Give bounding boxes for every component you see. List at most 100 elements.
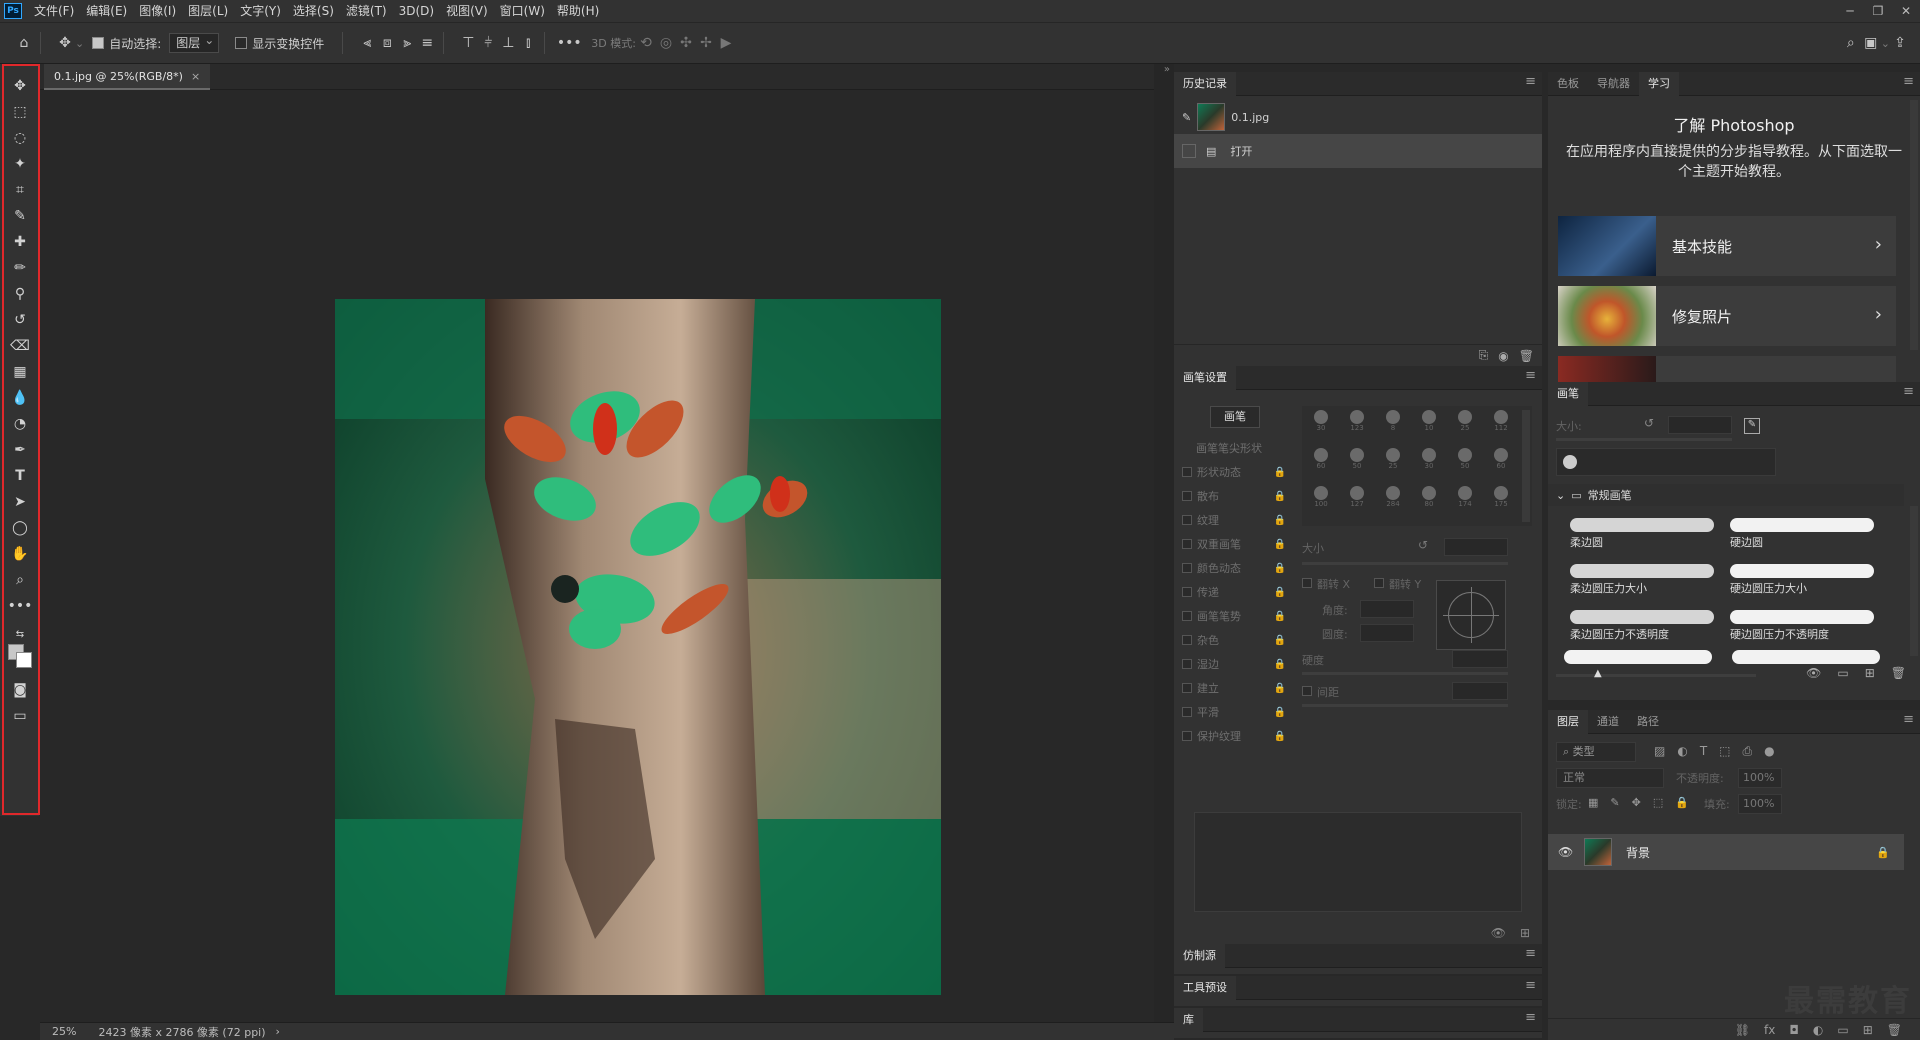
brush-preset-partial[interactable] <box>1564 650 1712 664</box>
tab-libraries[interactable]: 库 <box>1174 1007 1203 1032</box>
menu-help[interactable]: 帮助(H) <box>551 0 605 22</box>
brush-preview-size-slider[interactable] <box>1556 674 1756 677</box>
menu-edit[interactable]: 编辑(E) <box>80 0 133 22</box>
new-layer-icon[interactable]: ⊞ <box>1863 1023 1873 1037</box>
new-document-from-state-icon[interactable]: ⎘ <box>1479 348 1489 363</box>
close-icon[interactable]: ✕ <box>1892 0 1920 22</box>
filter-pixel-icon[interactable]: ▨ <box>1654 744 1665 759</box>
tab-tool-presets[interactable]: 工具预设 <box>1174 975 1236 1000</box>
menu-view[interactable]: 视图(V) <box>440 0 494 22</box>
home-icon[interactable]: ⌂ <box>14 33 34 53</box>
chevron-down-icon[interactable]: ⌄ <box>75 37 84 50</box>
tab-brush-settings[interactable]: 画笔设置 <box>1174 365 1236 390</box>
zoom-level[interactable]: 25% <box>52 1025 76 1038</box>
menu-3d[interactable]: 3D(D) <box>393 0 440 22</box>
filter-smart-object-icon[interactable]: ⎙ <box>1743 744 1753 759</box>
panel-menu-icon[interactable]: ≡ <box>1903 384 1914 399</box>
create-new-brush-icon[interactable]: ⊞ <box>1520 926 1530 940</box>
hardness-slider[interactable] <box>1302 672 1508 675</box>
distribute-vertical-icon[interactable]: ⫾ <box>518 33 538 53</box>
align-bottom-icon[interactable]: ⊥ <box>498 33 518 53</box>
filter-toggle-icon[interactable]: ● <box>1764 744 1774 759</box>
toggle-live-tip-icon[interactable]: 👁 <box>1491 926 1506 940</box>
ps-logo-icon[interactable]: Ps <box>4 3 22 19</box>
document-tab[interactable]: 0.1.jpg @ 25%(RGB/8*) × <box>44 64 211 90</box>
trash-icon[interactable]: 🗑 <box>1887 1023 1902 1037</box>
menu-file[interactable]: 文件(F) <box>28 0 80 22</box>
new-brush-icon[interactable]: ⊞ <box>1865 666 1875 680</box>
spacing-slider[interactable] <box>1302 704 1508 707</box>
auto-select-target-dropdown[interactable]: 图层 <box>169 31 220 53</box>
close-tab-icon[interactable]: × <box>191 70 200 83</box>
adjustment-layer-icon[interactable]: ◐ <box>1813 1023 1823 1037</box>
brush-preset-partial[interactable] <box>1732 650 1880 664</box>
tab-swatches[interactable]: 色板 <box>1548 72 1588 96</box>
flip-y-option[interactable]: 翻转 Y <box>1374 576 1421 592</box>
menu-type[interactable]: 文字(Y) <box>234 0 287 22</box>
filter-type-icon[interactable]: T <box>1700 744 1707 759</box>
reset-size-icon[interactable]: ↺ <box>1644 416 1654 430</box>
history-item[interactable]: ▤ 打开 <box>1174 134 1542 168</box>
learn-card-basic-skills[interactable]: 基本技能 › <box>1558 216 1896 276</box>
brush-option[interactable]: 湿边 🔒 <box>1182 652 1288 676</box>
panel-menu-icon[interactable]: ≡ <box>1525 978 1536 993</box>
move-tool-icon[interactable]: ✥ <box>55 33 75 53</box>
angle-field[interactable] <box>1360 600 1414 618</box>
brush-size-slider[interactable] <box>1556 438 1732 441</box>
brush-option[interactable]: 传递 🔒 <box>1182 580 1288 604</box>
chevron-down-icon[interactable]: ⌄ <box>1881 37 1890 50</box>
trash-icon[interactable]: 🗑 <box>1891 666 1906 680</box>
align-right-icon[interactable]: ⫸ <box>397 33 417 53</box>
opacity-field[interactable]: 100% <box>1738 768 1782 788</box>
menu-filter[interactable]: 滤镜(T) <box>340 0 393 22</box>
link-layers-icon[interactable]: ⛓ <box>1735 1023 1750 1037</box>
hardness-field[interactable] <box>1452 650 1508 668</box>
brush-preset[interactable]: 柔边圆 <box>1564 512 1720 556</box>
brush-option[interactable]: 形状动态 🔒 <box>1182 460 1288 484</box>
panel-menu-icon[interactable]: ≡ <box>1525 946 1536 961</box>
history-checkbox[interactable] <box>1182 144 1196 158</box>
brush-option[interactable]: 保护纹理 🔒 <box>1182 724 1288 748</box>
brush-option[interactable]: 颜色动态 🔒 <box>1182 556 1288 580</box>
lock-icon[interactable]: 🔒 <box>1876 846 1890 859</box>
search-icon[interactable]: ⌕ <box>1841 33 1861 53</box>
document-image[interactable] <box>335 299 941 995</box>
reset-size-icon[interactable]: ↺ <box>1418 538 1428 552</box>
brush-option[interactable]: 平滑 🔒 <box>1182 700 1288 724</box>
3d-camera-icon[interactable]: ▶ <box>716 33 736 53</box>
brush-option[interactable]: 画笔笔势 🔒 <box>1182 604 1288 628</box>
brush-tip-shape-item[interactable]: 画笔笔尖形状 <box>1182 436 1288 460</box>
panel-menu-icon[interactable]: ≡ <box>1525 368 1536 383</box>
collapse-dock-icon[interactable]: » <box>1164 64 1170 75</box>
filter-shape-icon[interactable]: ⬚ <box>1719 744 1730 759</box>
tab-history[interactable]: 历史记录 <box>1174 71 1236 96</box>
align-left-icon[interactable]: ⫷ <box>357 33 377 53</box>
brush-tip-grid[interactable]: 30 123 8 10 25 112 60 50 25 30 50 60 100… <box>1302 406 1532 526</box>
learn-card-partial[interactable] <box>1558 356 1896 382</box>
recent-brush-tip[interactable] <box>1563 455 1577 469</box>
toggle-brush-preview-icon[interactable]: 👁 <box>1806 666 1821 680</box>
roundness-field[interactable] <box>1360 624 1414 642</box>
menu-select[interactable]: 选择(S) <box>287 0 340 22</box>
brush-size-field[interactable] <box>1668 416 1732 434</box>
spacing-field[interactable] <box>1452 682 1508 700</box>
brushes-button[interactable]: 画笔 <box>1210 406 1260 428</box>
share-icon[interactable]: ⇪ <box>1890 33 1910 53</box>
flip-x-option[interactable]: 翻转 X <box>1302 576 1350 592</box>
layer-row[interactable]: 👁 背景 🔒 <box>1548 834 1904 870</box>
add-mask-icon[interactable]: ◘ <box>1789 1023 1799 1037</box>
brush-group-row[interactable]: ⌄ ▭ 常规画笔 <box>1548 484 1904 506</box>
workspace-icon[interactable]: ▣ <box>1861 33 1881 53</box>
auto-select-checkbox[interactable] <box>92 37 105 49</box>
tab-navigator[interactable]: 导航器 <box>1588 72 1639 96</box>
tab-paths[interactable]: 路径 <box>1628 710 1668 734</box>
tab-layers[interactable]: 图层 <box>1548 709 1588 734</box>
spacing-option[interactable]: 间距 <box>1302 684 1339 700</box>
lock-all-icon[interactable]: 🔒 <box>1675 796 1689 809</box>
brush-preset[interactable]: 柔边圆压力不透明度 <box>1564 604 1720 648</box>
tab-clone-source[interactable]: 仿制源 <box>1174 943 1225 968</box>
new-brush-icon[interactable]: ✎ <box>1744 418 1760 434</box>
panel-menu-icon[interactable]: ≡ <box>1525 1010 1536 1025</box>
history-brush-source-icon[interactable]: ✎ <box>1182 111 1191 124</box>
menu-image[interactable]: 图像(I) <box>133 0 182 22</box>
